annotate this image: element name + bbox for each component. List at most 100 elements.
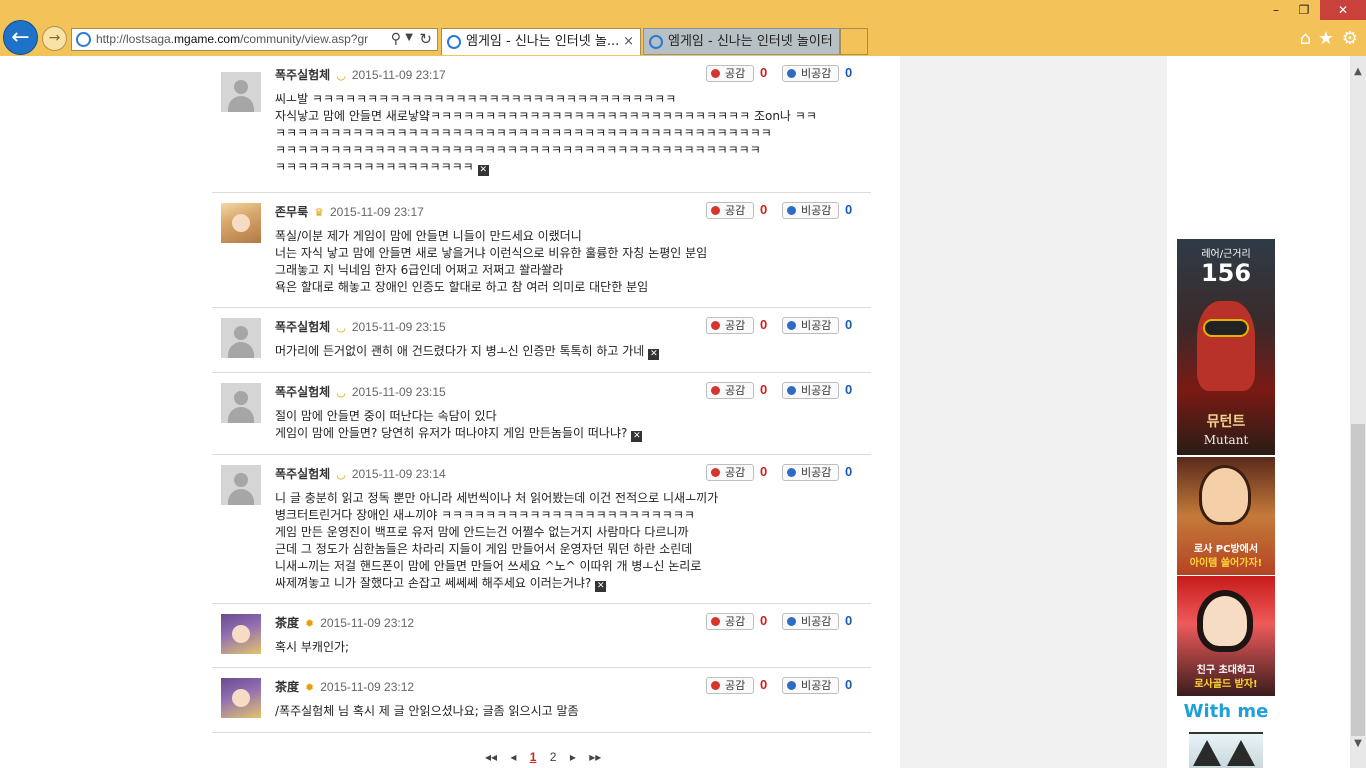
avatar bbox=[221, 678, 261, 718]
forward-button[interactable]: → bbox=[42, 26, 67, 51]
upvote-count: 0 bbox=[760, 65, 768, 80]
upvote-button[interactable]: 공감 bbox=[706, 202, 754, 219]
page-viewport: 폭주실험체 ◡ 2015-11-09 23:17 공감 0 비공감 0 씨ㅗ발 ㅋㅋ… bbox=[0, 56, 1350, 768]
comment-date: 2015-11-09 23:15 bbox=[351, 385, 446, 399]
ad-text: 로사 PC방에서 아이템 쓸어가자! bbox=[1189, 544, 1263, 569]
scroll-thumb[interactable] bbox=[1351, 424, 1365, 736]
ad-text: 친구 초대하고 로사골드 받자! bbox=[1194, 665, 1258, 690]
smile-icon bbox=[711, 69, 720, 78]
downvote-button[interactable]: 비공감 bbox=[782, 202, 839, 219]
next-page-button[interactable]: ▸ bbox=[570, 750, 576, 764]
frown-icon bbox=[787, 206, 796, 215]
close-window-button[interactable]: ✕ bbox=[1320, 0, 1366, 20]
comment-body: 니 글 충분히 읽고 정독 뿐만 아니라 세번씩이나 처 읽어봤는데 이건 전적… bbox=[275, 491, 719, 592]
ad-mutant[interactable]: 레어/근거리 156 뮤턴트 Mutant bbox=[1177, 239, 1275, 455]
minimize-button[interactable]: – bbox=[1262, 0, 1290, 20]
maximize-button[interactable]: ❐ bbox=[1290, 0, 1318, 20]
upvote-count: 0 bbox=[760, 317, 768, 332]
comment-date: 2015-11-09 23:17 bbox=[330, 205, 424, 219]
tab-active[interactable]: 엠게임 - 신나는 인터넷 놀... × bbox=[441, 28, 641, 55]
ie-icon bbox=[447, 35, 461, 49]
new-tab-button[interactable] bbox=[840, 28, 868, 55]
side-gutter bbox=[900, 56, 1167, 768]
home-icon[interactable]: ⌂ bbox=[1300, 28, 1311, 49]
comment-header: 폭주실험체 ◡ 2015-11-09 23:17 bbox=[275, 66, 446, 82]
comment-date: 2015-11-09 23:15 bbox=[351, 320, 446, 334]
level-icon: ◡ bbox=[336, 386, 346, 399]
downvote-count: 0 bbox=[845, 317, 853, 332]
comment-author[interactable]: 茶度 bbox=[275, 616, 299, 630]
ad-character-name-en: Mutant bbox=[1203, 433, 1249, 447]
browser-chrome: – ❐ ✕ ← → http://lostsaga.mgame.com/comm… bbox=[0, 0, 1366, 56]
comment-header: 茶度 ✹ 2015-11-09 23:12 bbox=[275, 614, 414, 630]
upvote-button[interactable]: 공감 bbox=[706, 613, 754, 630]
comment-header: 폭주실험체 ◡ 2015-11-09 23:14 bbox=[275, 465, 446, 481]
downvote-button[interactable]: 비공감 bbox=[782, 677, 839, 694]
dropdown-arrow-icon[interactable]: ▼ bbox=[405, 32, 413, 43]
downvote-button[interactable]: 비공감 bbox=[782, 382, 839, 399]
downvote-button[interactable]: 비공감 bbox=[782, 464, 839, 481]
level-icon: ◡ bbox=[336, 69, 346, 82]
search-icon[interactable]: ⚲ bbox=[391, 31, 401, 47]
image-placeholder-icon: ✕ bbox=[648, 349, 660, 360]
comment-author[interactable]: 茶度 bbox=[275, 680, 299, 694]
comment-author[interactable]: 폭주실험체 bbox=[275, 385, 330, 399]
tab-label: 엠게임 - 신나는 인터넷 놀... bbox=[466, 34, 620, 49]
scroll-up-icon[interactable]: ▲ bbox=[1350, 66, 1366, 77]
comment-body: 폭실/이분 제가 게임이 맘에 안들면 니들이 만드세요 이랬더니 너는 자식 … bbox=[275, 229, 708, 294]
upvote-button[interactable]: 공감 bbox=[706, 382, 754, 399]
downvote-count: 0 bbox=[845, 202, 853, 217]
prev-page-button[interactable]: ◂ bbox=[510, 750, 516, 764]
address-bar[interactable]: http://lostsaga.mgame.com/community/view… bbox=[71, 28, 438, 51]
ad-invite[interactable]: 친구 초대하고 로사골드 받자! bbox=[1177, 576, 1275, 696]
tab-label: 엠게임 - 신나는 인터넷 놀이터 bbox=[668, 34, 833, 49]
first-page-button[interactable]: ◂◂ bbox=[485, 750, 497, 764]
avatar bbox=[221, 383, 261, 423]
comment-item: 폭주실험체 ◡ 2015-11-09 23:14 공감 0 비공감 0 니 글 충분… bbox=[212, 455, 871, 604]
triangle-icon bbox=[1193, 740, 1221, 766]
gear-icon[interactable]: ⚙ bbox=[1342, 28, 1358, 49]
downvote-button[interactable]: 비공감 bbox=[782, 317, 839, 334]
comment-author[interactable]: 폭주실험체 bbox=[275, 68, 330, 82]
vertical-scrollbar[interactable]: ▲ ▼ bbox=[1350, 56, 1366, 768]
back-button[interactable]: ← bbox=[3, 20, 38, 55]
comment-date: 2015-11-09 23:12 bbox=[320, 616, 415, 630]
refresh-icon[interactable]: ↻ bbox=[419, 30, 432, 48]
page-link[interactable]: 2 bbox=[550, 750, 557, 764]
upvote-button[interactable]: 공감 bbox=[706, 677, 754, 694]
downvote-count: 0 bbox=[845, 382, 853, 397]
comment-author[interactable]: 폭주실험체 bbox=[275, 320, 330, 334]
downvote-button[interactable]: 비공감 bbox=[782, 613, 839, 630]
downvote-count: 0 bbox=[845, 677, 853, 692]
current-page[interactable]: 1 bbox=[530, 750, 537, 764]
upvote-count: 0 bbox=[760, 464, 768, 479]
comment-header: 존무룩 ♛ 2015-11-09 23:17 bbox=[275, 203, 424, 219]
frown-icon bbox=[787, 617, 796, 626]
downvote-count: 0 bbox=[845, 464, 853, 479]
character-image bbox=[1199, 465, 1251, 525]
pagination: ◂◂ ◂ 1 2 ▸ ▸▸ bbox=[480, 750, 606, 764]
comment-author[interactable]: 폭주실험체 bbox=[275, 467, 330, 481]
upvote-button[interactable]: 공감 bbox=[706, 317, 754, 334]
ad-number: 156 bbox=[1200, 259, 1252, 287]
downvote-button[interactable]: 비공감 bbox=[782, 65, 839, 82]
star-icon[interactable]: ★ bbox=[1318, 28, 1334, 49]
last-page-button[interactable]: ▸▸ bbox=[589, 750, 601, 764]
scroll-down-icon[interactable]: ▼ bbox=[1350, 738, 1366, 749]
comment-body: 머가리에 든거없이 괜히 애 건드렸다가 지 병ㅗ신 인증만 톡톡히 하고 가네… bbox=[275, 344, 660, 360]
avatar bbox=[221, 614, 261, 654]
address-url[interactable]: http://lostsaga.mgame.com/community/view… bbox=[96, 32, 368, 46]
tab-inactive[interactable]: 엠게임 - 신나는 인터넷 놀이터 bbox=[643, 28, 840, 55]
comment-item: 폭주실험체 ◡ 2015-11-09 23:15 공감 0 비공감 0 머가리에 든… bbox=[212, 308, 871, 373]
ad-banner[interactable]: 레어/근거리 156 뮤턴트 Mutant 로사 PC방에서 아이템 쓸어가자! … bbox=[1177, 239, 1275, 768]
upvote-button[interactable]: 공감 bbox=[706, 65, 754, 82]
mask-image bbox=[1203, 319, 1249, 337]
upvote-count: 0 bbox=[760, 202, 768, 217]
ad-pc-room[interactable]: 로사 PC방에서 아이템 쓸어가자! bbox=[1177, 457, 1275, 575]
withme-logo[interactable]: With me bbox=[1177, 701, 1275, 725]
close-tab-icon[interactable]: × bbox=[623, 29, 634, 54]
comment-item: 폭주실험체 ◡ 2015-11-09 23:17 공감 0 비공감 0 씨ㅗ발 ㅋㅋ… bbox=[212, 56, 871, 193]
comment-author[interactable]: 존무룩 bbox=[275, 205, 308, 219]
downvote-count: 0 bbox=[845, 613, 853, 628]
upvote-button[interactable]: 공감 bbox=[706, 464, 754, 481]
